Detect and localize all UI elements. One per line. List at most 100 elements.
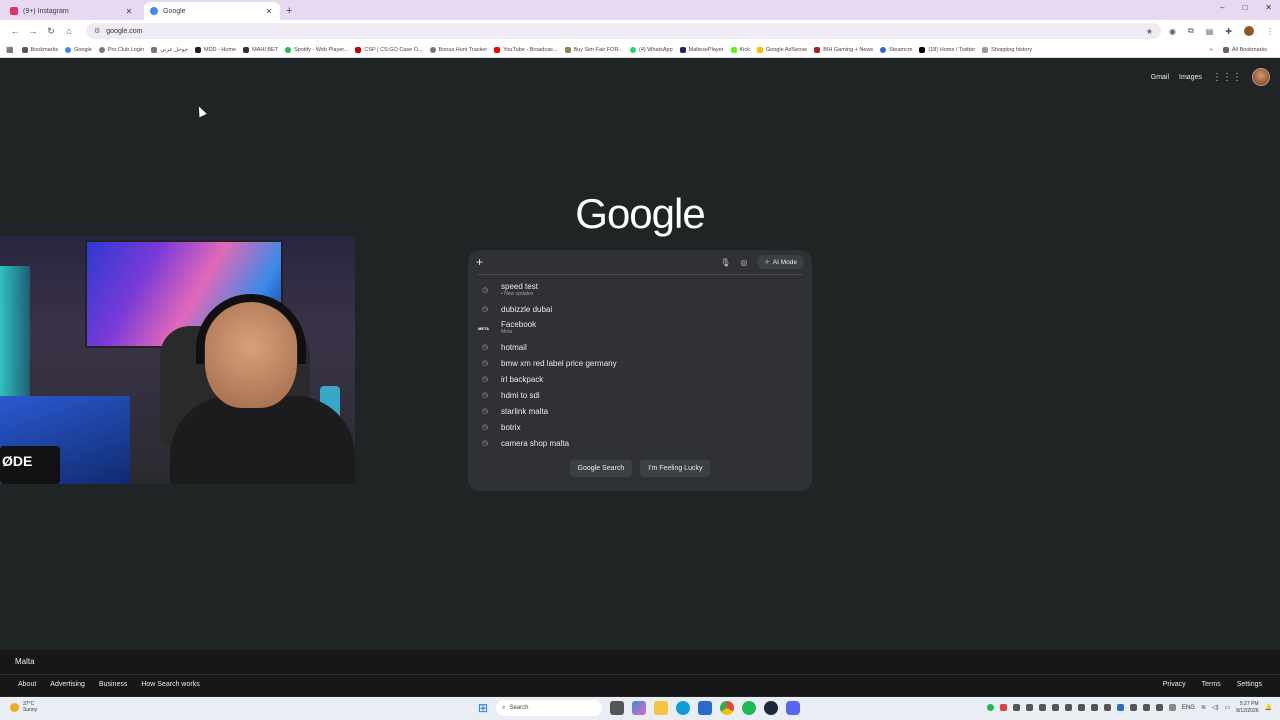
profile-icon[interactable] [1244,26,1254,36]
privacy-link[interactable]: Privacy [1163,681,1186,688]
suggestion-item[interactable]: ◷ irl backpack [468,371,812,387]
bookmark-star-icon[interactable]: ★ [1146,27,1153,36]
bookmark-item[interactable]: جوجل عربي [151,46,188,53]
tray-app-icon[interactable] [1142,704,1150,711]
microphone-icon[interactable]: 🎙 [720,258,730,267]
volume-icon[interactable]: ◁) [1212,704,1219,711]
suggestion-item[interactable]: ◷ hdmi to sdi [468,387,812,403]
tray-app-icon[interactable] [1129,704,1137,711]
task-view-icon[interactable] [610,701,625,715]
suggestion-item[interactable]: ◷ dubizzle dubai [468,301,812,317]
bookmark-item[interactable]: Kick [730,46,750,53]
feeling-lucky-button[interactable]: I'm Feeling Lucky [640,460,711,477]
bookmark-item[interactable]: (4) WhatsApp [630,46,673,53]
battery-icon[interactable]: ▭ [1225,704,1231,711]
tray-app-icon[interactable] [1025,704,1033,711]
puzzle-icon[interactable]: ✚ [1225,27,1232,36]
discord-icon[interactable] [786,701,801,715]
bookmark-item[interactable]: Bonus Hunt Tracker [429,46,487,53]
search-input[interactable] [489,252,721,272]
bluetooth-icon[interactable] [1116,704,1124,711]
new-tab-button[interactable]: + [286,5,292,17]
bookmark-item[interactable]: Google [65,46,92,53]
weather-widget[interactable]: 37°C Sunny [10,701,37,713]
bookmark-item[interactable]: Spotify - Web Player... [285,46,348,53]
lens-icon[interactable]: ◎ [740,258,747,267]
suggestion-item[interactable]: ◷ hotmail [468,339,812,355]
tray-app-icon[interactable] [1155,704,1163,711]
tray-app-icon[interactable] [1012,704,1020,711]
sidebar-icon[interactable]: ▤ [1206,27,1214,36]
tab-google[interactable]: Google ✕ [144,2,280,20]
tray-app-icon[interactable] [1038,704,1046,711]
bookmark-item[interactable]: Buy Sim-Fair FOR... [564,46,623,53]
bookmark-item[interactable]: BIH Gaming + News [814,46,873,53]
suggestion-item[interactable]: ◷ speed test • New updates [468,279,812,301]
bookmark-item[interactable]: Pro Club Login [98,46,144,53]
avatar[interactable] [1252,68,1270,86]
plus-icon[interactable]: + [476,255,483,269]
close-window-button[interactable]: ✕ [1265,3,1272,12]
advertising-link[interactable]: Advertising [50,681,85,688]
chevron-up-icon[interactable] [1168,704,1176,711]
chevron-right-icon[interactable]: » [1210,47,1213,53]
suggestion-item[interactable]: ◷ starlink malta [468,403,812,419]
extensions-icon[interactable]: ⧉ [1188,26,1194,36]
windows-start-icon[interactable]: ⊞ [478,701,488,715]
settings-link[interactable]: Settings [1237,681,1262,688]
close-tab-icon[interactable]: ✕ [264,7,274,16]
bookmark-item[interactable]: Bookmarks [21,46,58,53]
read-aloud-icon[interactable]: ◉ [1169,27,1176,36]
notification-bell-icon[interactable]: 🔔 [1265,704,1272,711]
ai-mode-button[interactable]: ✧ AI Mode [757,255,804,269]
bookmark-item[interactable]: Shopping history [982,46,1032,53]
terms-link[interactable]: Terms [1202,681,1221,688]
wifi-icon[interactable]: ≋ [1201,704,1206,711]
tray-app-icon[interactable] [999,704,1007,711]
google-search-button[interactable]: Google Search [569,460,633,477]
bookmark-item[interactable]: YouTube - Broadcas... [494,46,558,53]
suggestion-item[interactable]: ◷ camera shop malta [468,435,812,451]
tab-instagram[interactable]: (9+) Instagram ✕ [4,2,140,20]
close-tab-icon[interactable]: ✕ [124,7,134,16]
apps-icon[interactable]: ▦ [6,45,14,54]
gmail-link[interactable]: Gmail [1151,74,1169,81]
store-icon[interactable] [698,701,713,715]
site-info-icon[interactable]: ⚙ [94,27,100,35]
forward-button[interactable]: → [24,26,42,36]
suggestion-item[interactable]: ◷ bmw xm red label price germany [468,355,812,371]
business-link[interactable]: Business [99,681,127,688]
suggestion-item[interactable]: META Facebook Meta [468,317,812,339]
address-bar[interactable]: ⚙ google.com ★ [86,23,1162,39]
minimize-button[interactable]: – [1220,3,1224,12]
copilot-icon[interactable] [632,701,647,715]
tray-app-icon[interactable] [1051,704,1059,711]
home-button[interactable]: ⌂ [60,26,78,36]
all-bookmarks-button[interactable]: All Bookmarks [1222,46,1267,53]
bookmark-item[interactable]: MDD - Home [195,46,236,53]
tray-app-icon[interactable] [1090,704,1098,711]
images-link[interactable]: Images [1179,74,1202,81]
tray-app-icon[interactable] [1064,704,1072,711]
tray-app-icon[interactable] [1077,704,1085,711]
back-button[interactable]: ← [6,26,24,36]
steam-icon[interactable] [764,701,779,715]
how-search-works-link[interactable]: How Search works [141,681,199,688]
bookmark-item[interactable]: (18) Home / Twitter [919,46,975,53]
tray-app-icon[interactable] [986,704,994,711]
about-link[interactable]: About [18,681,36,688]
tray-app-icon[interactable] [1103,704,1111,711]
chrome-icon[interactable] [720,701,735,715]
suggestion-item[interactable]: ◷ botrix [468,419,812,435]
clock[interactable]: 5:27 PM 8/12/2026 [1236,701,1258,714]
reload-button[interactable]: ↻ [42,26,60,37]
language-indicator[interactable]: ENG [1182,705,1195,711]
menu-icon[interactable]: ⋮ [1266,27,1274,36]
taskbar-search[interactable]: ⌕ Search [496,700,603,716]
maximize-button[interactable]: □ [1242,3,1247,12]
apps-grid-icon[interactable]: ⋮⋮⋮ [1212,72,1242,83]
file-explorer-icon[interactable] [654,701,669,715]
edge-icon[interactable] [676,701,691,715]
bookmark-item[interactable]: MaltesePlayer [679,46,724,53]
bookmark-item[interactable]: CSP | CS:GO Case O... [355,46,423,53]
